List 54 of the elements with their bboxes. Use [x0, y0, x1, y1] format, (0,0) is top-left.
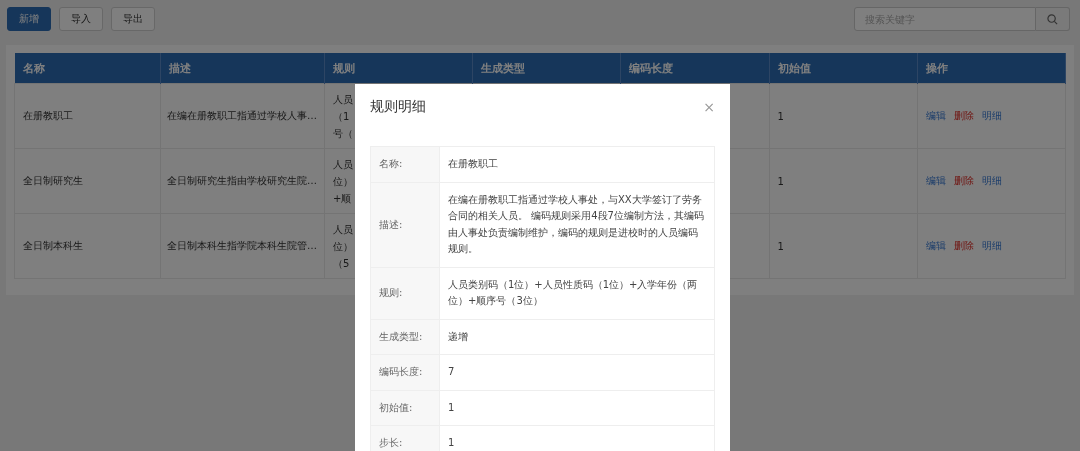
detail-link[interactable]: 明细	[981, 239, 1002, 253]
edit-link[interactable]: 编辑	[925, 174, 946, 188]
description-text: 在编在册教职工指通过学校人事…	[167, 110, 317, 121]
column-header: 初始值	[769, 53, 918, 84]
description-text: 全日制本科生指学院本科生院管…	[167, 240, 317, 251]
add-button[interactable]: 新增	[7, 7, 51, 31]
detail-link[interactable]: 明细	[981, 109, 1002, 123]
rule-text: （5	[333, 257, 350, 269]
toolbar-button[interactable]: 导入	[59, 7, 103, 31]
edit-link[interactable]: 编辑	[925, 239, 946, 253]
description-text: 全日制研究生指由学校研究生院…	[167, 175, 317, 186]
rule-text: 人员	[333, 223, 353, 235]
field-value: 递增	[439, 319, 715, 355]
rule-text: 人员	[333, 158, 353, 170]
dialog-title: 规则明细	[370, 98, 426, 116]
rule-text: （1	[333, 110, 350, 122]
rule-text: 人员	[333, 93, 353, 105]
field-label: 规则:	[370, 267, 440, 319]
field-value: 7	[439, 354, 715, 390]
field-label: 描述:	[370, 182, 440, 267]
column-header: 操作	[917, 53, 1066, 84]
field-value: 人员类别码（1位）+人员性质码（1位）+入学年份（两位）+顺序号（3位）	[439, 267, 715, 319]
table-cell: 1	[769, 83, 918, 149]
rule-text: 位）	[333, 175, 353, 187]
column-header: 编码长度	[620, 53, 770, 84]
column-header: 描述	[160, 53, 325, 84]
delete-link[interactable]: 删除	[953, 109, 974, 123]
search-icon	[1047, 13, 1058, 25]
field-label: 编码长度:	[370, 354, 440, 390]
toolbar-button[interactable]: 导出	[111, 7, 155, 31]
field-value: 在编在册教职工指通过学校人事处，与XX大学签订了劳务合同的相关人员。 编码规则采用4段7位编制方法，其编码由人事处负责编制维护，编码的规则是进校时的人员编码规则。	[439, 182, 715, 267]
rule-text: +顺	[333, 192, 352, 204]
edit-link[interactable]: 编辑	[925, 109, 946, 123]
column-header: 名称	[14, 53, 161, 84]
table-cell: 全日制本科生	[14, 213, 161, 279]
field-label: 名称:	[370, 146, 440, 182]
delete-link[interactable]: 删除	[953, 174, 974, 188]
column-header: 规则	[324, 53, 473, 84]
field-value: 在册教职工	[439, 146, 715, 182]
rule-text: 号（	[333, 127, 353, 139]
detail-link[interactable]: 明细	[981, 174, 1002, 188]
column-header: 生成类型	[472, 53, 621, 84]
field-label: 初始值:	[370, 390, 440, 426]
delete-link[interactable]: 删除	[953, 239, 974, 253]
search-button[interactable]	[1036, 7, 1070, 31]
table-cell: 全日制研究生	[14, 148, 161, 214]
table-cell: 在册教职工	[14, 83, 161, 149]
rule-text: 位）	[333, 240, 353, 252]
table-cell: 1	[769, 213, 918, 279]
field-value: 1	[439, 390, 715, 426]
field-label: 步长:	[370, 425, 440, 451]
table-cell: 1	[769, 148, 918, 214]
close-button[interactable]: ×	[703, 99, 715, 115]
field-label: 生成类型:	[370, 319, 440, 355]
